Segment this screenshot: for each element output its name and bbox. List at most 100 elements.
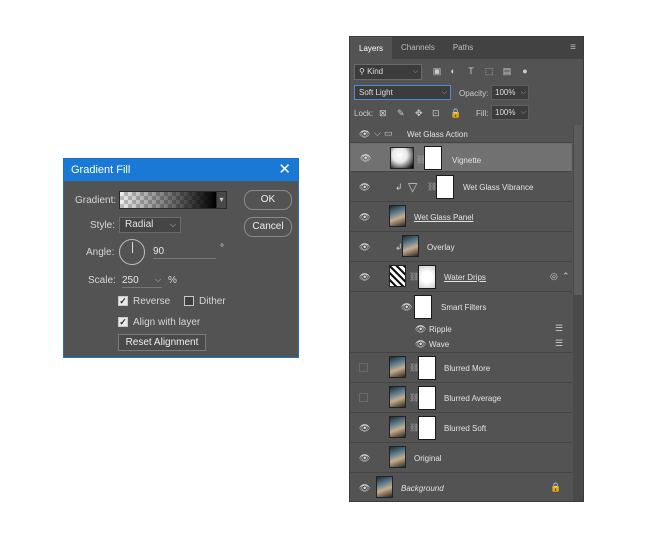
scale-label: Scale: bbox=[88, 275, 116, 286]
layer-thumbnail bbox=[389, 446, 406, 468]
layer-row[interactable]: ⛓ Blurred Average bbox=[350, 383, 572, 413]
eye-icon[interactable]: 👁 bbox=[359, 242, 370, 252]
eye-icon[interactable]: 👁 bbox=[360, 153, 371, 163]
layer-row-group[interactable]: 👁 ⌵ ▭ Wet Glass Action bbox=[350, 125, 572, 143]
filter-row-item[interactable]: 👁 Ripple ☰ bbox=[350, 322, 572, 337]
eye-icon[interactable]: 👁 bbox=[359, 129, 370, 139]
visibility-toggle[interactable] bbox=[359, 393, 368, 402]
eye-icon[interactable]: 👁 bbox=[401, 302, 412, 312]
dither-checkbox[interactable] bbox=[184, 296, 194, 306]
lock-position-icon[interactable]: ✥ bbox=[415, 108, 423, 119]
eye-icon[interactable]: 👁 bbox=[359, 483, 370, 493]
chevron-down-icon: ⌵ bbox=[520, 109, 526, 116]
layer-row[interactable]: 👁 ↲ Overlay bbox=[350, 232, 572, 262]
dither-label: Dither bbox=[199, 296, 226, 307]
eye-icon[interactable]: 👁 bbox=[415, 324, 426, 334]
eye-icon[interactable]: 👁 bbox=[359, 423, 370, 433]
layer-name: Smart Filters bbox=[441, 303, 487, 312]
align-with-layer-label: Align with layer bbox=[133, 317, 201, 328]
angle-label: Angle: bbox=[86, 247, 115, 258]
filter-toggle-icon[interactable]: ● bbox=[520, 66, 530, 76]
layer-mask-thumbnail bbox=[424, 146, 442, 170]
tab-channels[interactable]: Channels bbox=[392, 37, 444, 59]
filter-row-item[interactable]: 👁 Wave ☰ bbox=[350, 337, 572, 353]
layer-row-selected[interactable]: 👁 ⛓ Vignette bbox=[350, 143, 572, 172]
lock-artboard-icon[interactable]: ⊡ bbox=[432, 108, 440, 119]
blend-mode-select[interactable]: Soft Light ⌵ bbox=[354, 85, 451, 100]
layer-thumbnail bbox=[376, 476, 393, 498]
layer-row[interactable]: 👁 ⛓ Water Drips ◎ ⌃ bbox=[350, 262, 572, 292]
lock-transparent-icon[interactable]: ⊠ bbox=[379, 108, 387, 119]
gradient-dropdown-arrow-icon[interactable]: ▾ bbox=[217, 191, 227, 209]
eye-icon[interactable]: 👁 bbox=[359, 453, 370, 463]
eye-icon[interactable]: 👁 bbox=[359, 182, 370, 192]
layer-name: Wave bbox=[429, 340, 450, 349]
layers-scrollbar[interactable] bbox=[573, 125, 583, 501]
panel-tabs: Layers Channels Paths bbox=[350, 37, 583, 59]
angle-input[interactable]: 90 bbox=[153, 245, 216, 259]
tab-paths[interactable]: Paths bbox=[444, 37, 482, 59]
chevron-down-icon[interactable]: ⌵ bbox=[374, 128, 381, 139]
visibility-toggle[interactable] bbox=[359, 363, 368, 372]
align-with-layer-checkbox[interactable]: ✓ bbox=[118, 317, 128, 327]
layer-row[interactable]: ⛓ Blurred More bbox=[350, 353, 572, 383]
layer-thumbnail bbox=[390, 147, 414, 169]
search-icon: ⚲ bbox=[359, 67, 365, 76]
layer-row[interactable]: 👁 Original bbox=[350, 443, 572, 473]
layer-name: Wet Glass Action bbox=[407, 130, 468, 139]
layer-name: Wet Glass Vibrance bbox=[463, 183, 534, 192]
eye-icon[interactable]: 👁 bbox=[359, 272, 370, 282]
chevron-up-icon[interactable]: ⌃ bbox=[562, 271, 570, 282]
gradient-fill-dialog: Gradient Fill ✕ Gradient: ▾ Style: Radia… bbox=[63, 158, 299, 358]
layer-mask-thumbnail bbox=[436, 175, 454, 199]
chevron-down-icon: ⌵ bbox=[520, 89, 526, 96]
smart-object-filter-icon[interactable]: ▤ bbox=[502, 66, 512, 76]
layer-row[interactable]: 👁 Wet Glass Panel bbox=[350, 202, 572, 232]
clip-arrow-icon: ↲ bbox=[395, 182, 403, 192]
scale-dropdown-icon[interactable]: ⌵ bbox=[155, 275, 161, 285]
cancel-button[interactable]: Cancel bbox=[244, 217, 292, 237]
layer-name: Overlay bbox=[427, 243, 455, 252]
type-filter-icon[interactable]: T bbox=[466, 66, 476, 76]
ok-button[interactable]: OK bbox=[244, 190, 292, 210]
opacity-input[interactable]: 100% ⌵ bbox=[491, 85, 529, 100]
style-value: Radial bbox=[125, 219, 154, 230]
fill-input[interactable]: 100% ⌵ bbox=[491, 105, 529, 120]
reset-alignment-button[interactable]: Reset Alignment bbox=[118, 334, 206, 351]
degree-symbol: ° bbox=[220, 243, 224, 254]
style-select[interactable]: Radial ⌵ bbox=[119, 217, 181, 233]
layer-mask-thumbnail bbox=[418, 416, 436, 440]
layer-row[interactable]: 👁 ↲ ▽ ⛓ Wet Glass Vibrance bbox=[350, 172, 572, 202]
layer-thumbnail bbox=[389, 356, 406, 378]
kind-filter-select[interactable]: ⚲ Kind ⌵ bbox=[354, 64, 422, 80]
shape-filter-icon[interactable]: ⬚ bbox=[484, 66, 494, 76]
filter-options-icon[interactable]: ☰ bbox=[555, 323, 563, 334]
dialog-title-bar[interactable]: Gradient Fill ✕ bbox=[64, 159, 298, 181]
blend-mode-value: Soft Light bbox=[359, 88, 393, 97]
adjustment-filter-icon[interactable]: ◐ bbox=[448, 66, 458, 76]
reverse-checkbox[interactable]: ✓ bbox=[118, 296, 128, 306]
lock-icon: 🔒 bbox=[550, 482, 562, 492]
lock-image-icon[interactable]: ✎ bbox=[397, 108, 405, 119]
scrollbar-thumb[interactable] bbox=[574, 125, 582, 295]
pixel-filter-icon[interactable]: ▣ bbox=[432, 66, 442, 76]
eye-icon[interactable]: 👁 bbox=[415, 339, 426, 349]
panel-menu-icon[interactable]: ≡ bbox=[570, 42, 576, 53]
smart-filters-row[interactable]: 👁 Smart Filters bbox=[350, 292, 572, 322]
angle-dial[interactable] bbox=[119, 239, 145, 265]
lock-all-icon[interactable]: 🔒 bbox=[450, 108, 461, 119]
filter-options-icon[interactable]: ☰ bbox=[555, 338, 563, 349]
layer-name: Blurred More bbox=[444, 364, 491, 373]
filter-row: ⚲ Kind ⌵ ▣ ◐ T ⬚ ▤ ● bbox=[354, 64, 579, 80]
tab-layers[interactable]: Layers bbox=[350, 37, 393, 59]
layer-row[interactable]: 👁 ⛓ Blurred Soft bbox=[350, 413, 572, 443]
gradient-preview[interactable] bbox=[119, 191, 217, 209]
eye-icon[interactable]: 👁 bbox=[359, 212, 370, 222]
layer-thumbnail bbox=[389, 205, 406, 227]
layer-thumbnail bbox=[389, 265, 406, 287]
layer-row-background[interactable]: 👁 Background 🔒 bbox=[350, 473, 572, 503]
layer-name: Original bbox=[414, 454, 442, 463]
opacity-value: 100% bbox=[495, 88, 516, 97]
close-icon[interactable]: ✕ bbox=[278, 162, 291, 177]
layers-panel: Layers Channels Paths ≡ ⚲ Kind ⌵ ▣ ◐ T ⬚… bbox=[349, 36, 584, 502]
